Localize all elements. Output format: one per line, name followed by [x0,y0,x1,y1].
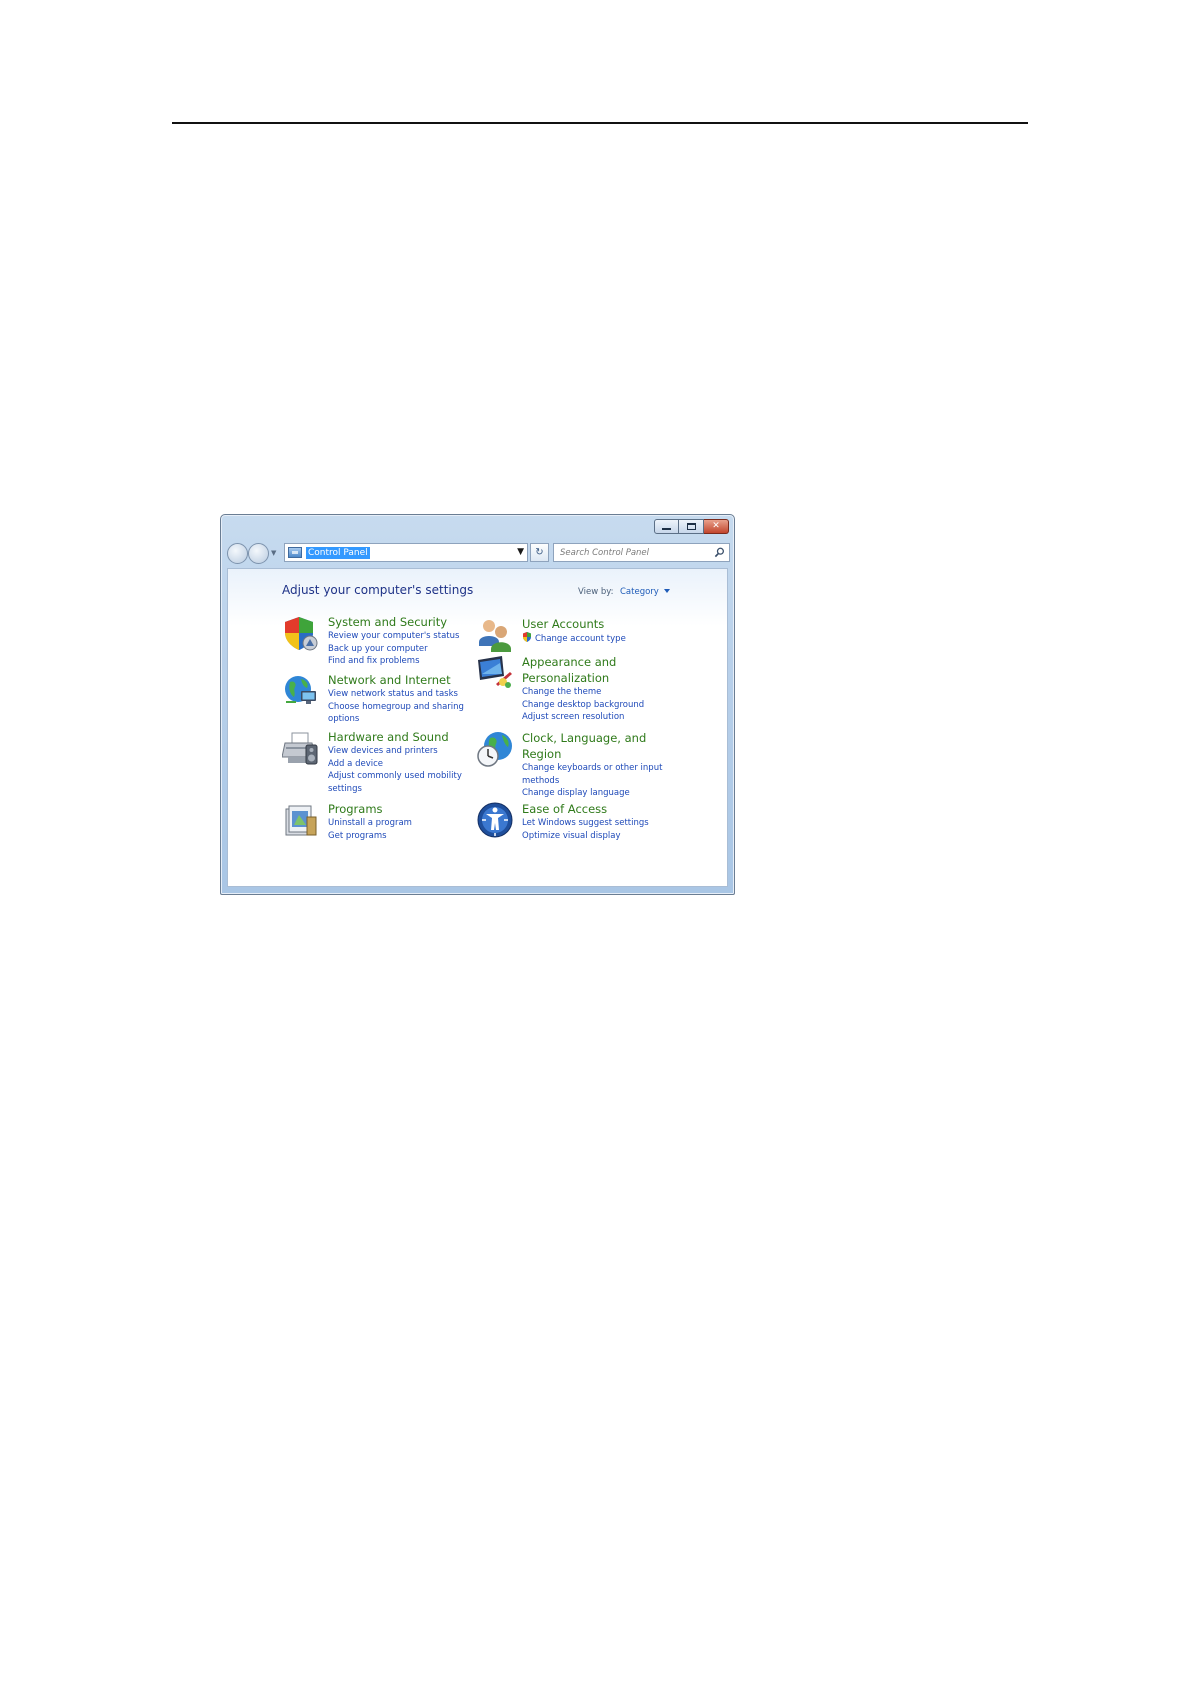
refresh-icon: ↻ [535,547,544,558]
view-by-label: View by: [578,587,614,597]
task-link[interactable]: Adjust screen resolution [522,711,672,724]
address-dropdown-icon[interactable]: ▼ [517,547,524,557]
category-title-link[interactable]: Ease of Access [522,801,672,817]
back-button[interactable] [227,543,248,564]
category-body: Hardware and Sound View devices and prin… [328,729,478,796]
task-link[interactable]: Let Windows suggest settings [522,817,672,830]
category-title-link[interactable]: Hardware and Sound [328,729,478,745]
content-pane: Adjust your computer's settings View by:… [227,568,728,887]
category-title-link[interactable]: System and Security [328,614,478,630]
task-link[interactable]: Change the theme [522,686,672,699]
refresh-button[interactable]: ↻ [530,543,549,562]
category-body: System and Security Review your computer… [328,614,478,668]
task-link[interactable]: Change keyboards or other input methods [522,762,672,787]
caption-buttons: ✕ [654,519,729,534]
category-body: User Accounts Change account type [522,616,672,646]
task-link[interactable]: Change account type [522,632,672,646]
category-body: Clock, Language, and Region Change keybo… [522,730,672,800]
address-bar[interactable]: Control Panel ▼ [284,543,528,562]
users-icon[interactable] [476,616,514,654]
task-link[interactable]: Get programs [328,830,478,843]
minimize-icon [662,528,671,530]
printer-speaker-icon[interactable] [282,729,320,767]
task-link[interactable]: Change display language [522,787,672,800]
category-title-link[interactable]: Appearance and Personalization [522,654,672,686]
task-link[interactable]: View network status and tasks [328,688,478,701]
chevron-down-icon [663,589,670,593]
category-body: Ease of Access Let Windows suggest setti… [522,801,672,842]
category-title-link[interactable]: Network and Internet [328,672,478,688]
task-link[interactable]: Adjust commonly used mobility settings [328,770,478,795]
task-link[interactable]: Optimize visual display [522,830,672,843]
address-text: Control Panel [306,546,370,559]
ease-of-access-icon[interactable] [476,801,514,839]
maximize-button[interactable] [679,519,704,534]
category-title-link[interactable]: User Accounts [522,616,672,632]
control-panel-window: ✕ ▼ Control Panel ▼ ↻ Adjust your comput… [220,514,735,895]
task-link[interactable]: Find and fix problems [328,655,478,668]
category-body: Network and Internet View network status… [328,672,478,726]
task-link[interactable]: Uninstall a program [328,817,478,830]
view-by-dropdown[interactable]: Category [620,587,670,597]
view-by-value: Category [620,587,659,597]
maximize-icon [686,523,696,530]
category-body: Appearance and Personalization Change th… [522,654,672,724]
category-body: Programs Uninstall a program Get program… [328,801,478,842]
shield-icon[interactable] [282,614,320,652]
task-link-label: Change account type [535,634,626,644]
recent-pages-dropdown-icon[interactable]: ▼ [271,549,276,557]
task-link[interactable]: Change desktop background [522,699,672,712]
task-link[interactable]: View devices and printers [328,745,478,758]
task-link[interactable]: Add a device [328,758,478,771]
search-icon[interactable] [714,547,725,558]
page-title: Adjust your computer's settings [282,583,474,597]
navigation-bar: ▼ Control Panel ▼ ↻ [227,541,730,565]
category-title-link[interactable]: Programs [328,801,478,817]
control-panel-icon [288,547,302,558]
close-button[interactable]: ✕ [704,519,729,534]
search-input[interactable] [558,545,708,560]
uac-shield-icon [523,632,531,642]
close-icon: ✕ [712,521,720,531]
monitor-palette-icon[interactable] [476,654,514,692]
clock-globe-icon[interactable] [476,730,514,768]
title-bar: ✕ [221,515,734,539]
category-title-link[interactable]: Clock, Language, and Region [522,730,672,762]
task-link[interactable]: Choose homegroup and sharing options [328,701,478,726]
network-globe-icon[interactable] [282,672,320,710]
minimize-button[interactable] [654,519,679,534]
search-box [553,543,730,562]
forward-button[interactable] [248,543,269,564]
task-link[interactable]: Review your computer's status [328,630,478,643]
task-link[interactable]: Back up your computer [328,643,478,656]
page-top-rule [172,122,1028,124]
programs-icon[interactable] [282,801,320,839]
